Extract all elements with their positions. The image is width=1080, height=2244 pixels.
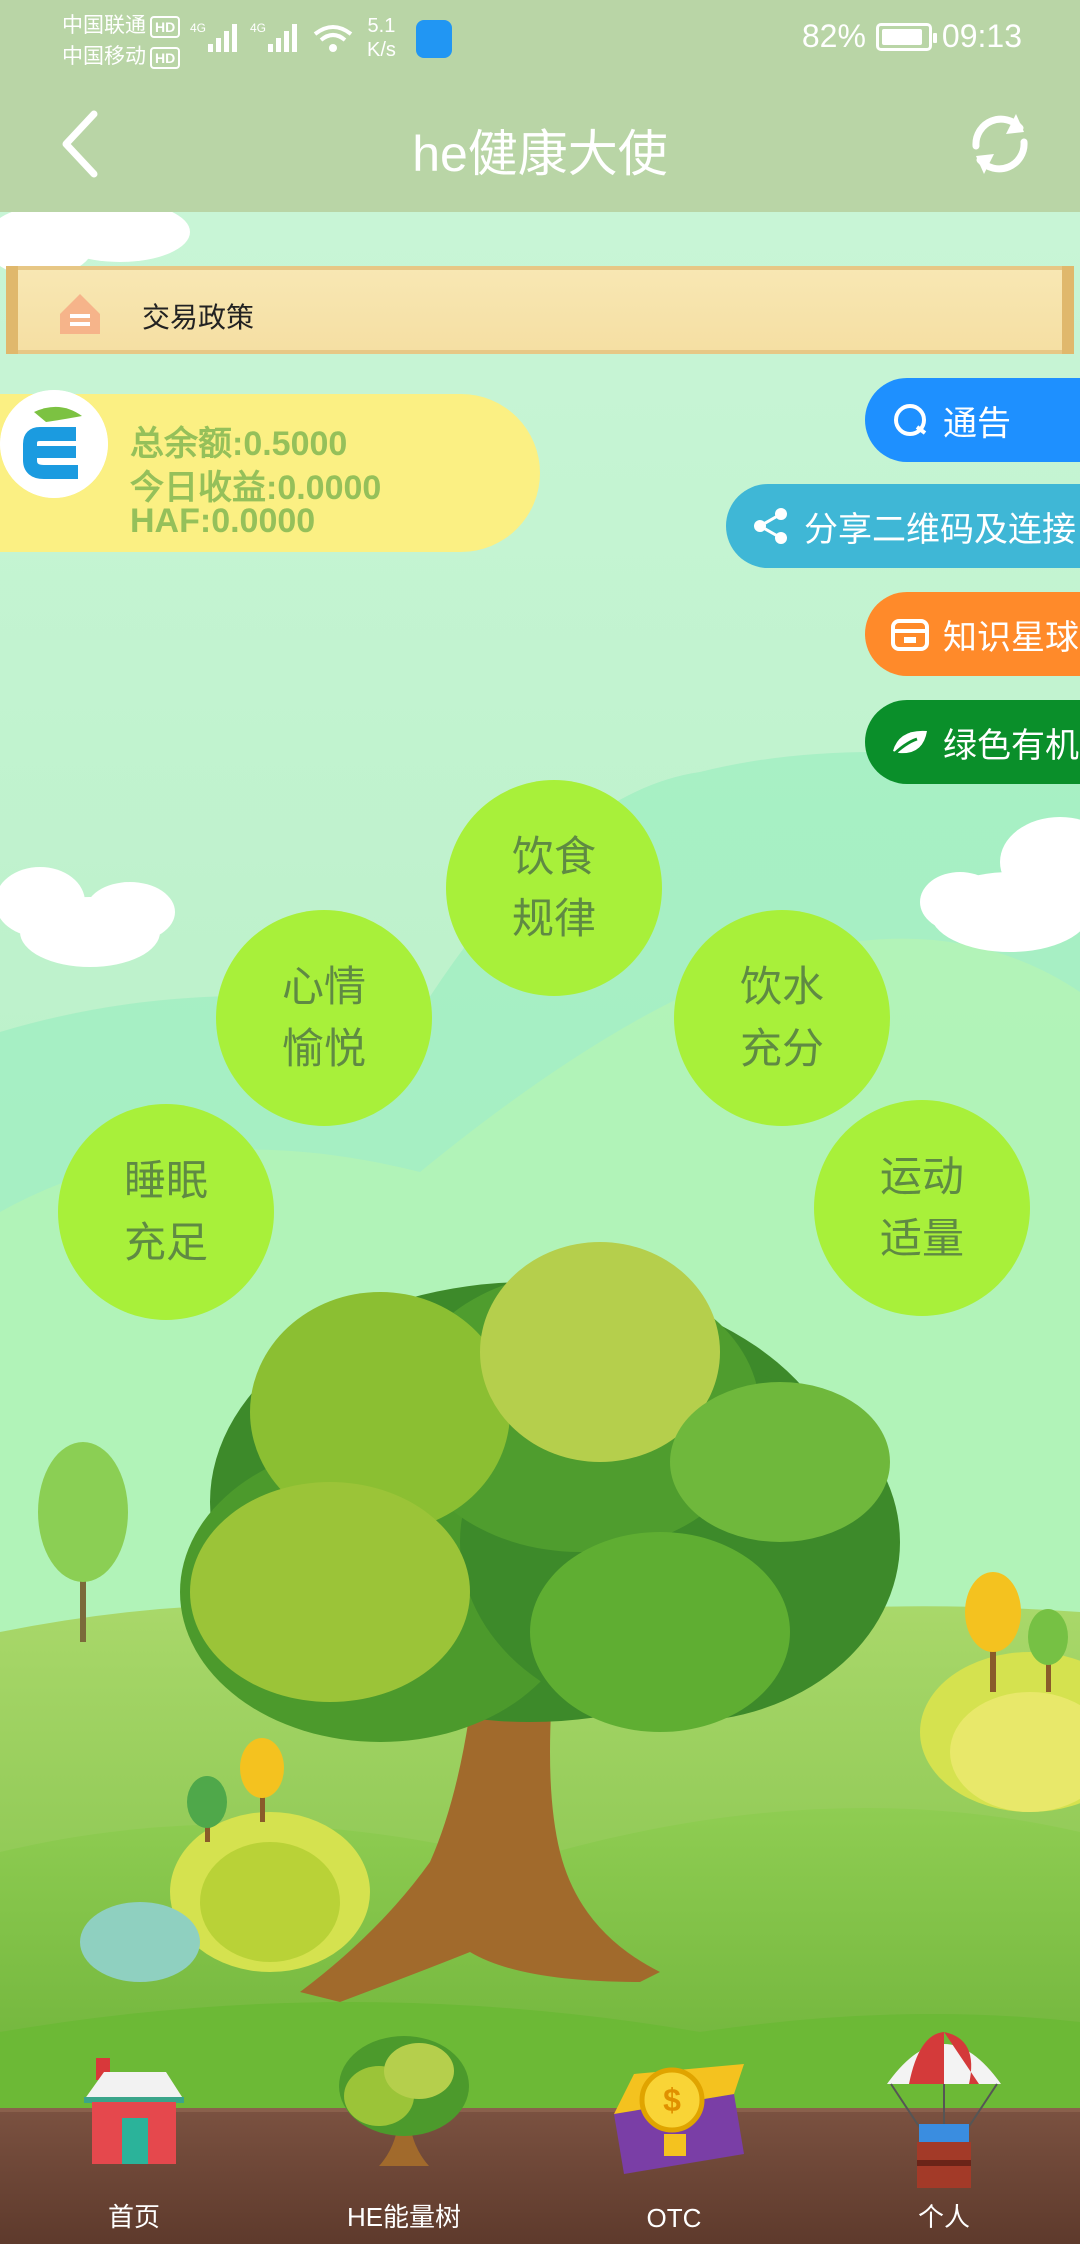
announcement-label: 通告 [943,404,1011,443]
habit-bubble-exercise[interactable]: 运动 适量 [814,1100,1030,1316]
carrier-2: 中国移动 [62,45,146,68]
net-label: 4G [250,21,266,35]
battery-percent: 82% [801,18,866,54]
habit-bubble-water[interactable]: 饮水 充分 [674,910,890,1126]
store-icon [891,619,929,651]
balance-card: 总余额:0.5000 今日收益:0.0000 HAF:0.0000 [0,390,540,552]
nav-item-otc[interactable]: $ OTC [574,2004,774,2244]
treasure-chest-icon: $ [614,2064,744,2174]
svg-text:$: $ [663,2082,681,2118]
speed-unit: K/s [367,39,396,61]
carrier-info: 中国联通 HD 中国移动 HD [62,10,181,72]
signal-icon: 4G [250,21,297,52]
house-icon [84,2058,184,2164]
bottom-nav: 首页 HE能量树 $ OTC 个人 [0,2032,1080,2244]
habit-bubble-sleep[interactable]: 睡眠 充足 [58,1104,274,1320]
nav-label-otc: OTC [646,2203,702,2233]
habit-bubble-mood[interactable]: 心情 愉悦 [216,910,432,1126]
knowledge-planet-label: 知识星球 [943,618,1079,657]
notice-icon [60,294,100,334]
status-bar: 中国联通 HD 中国移动 HD 4G 4G 5.1 K/s 82% 09:13 [0,0,1080,76]
green-organic-button[interactable]: 绿色有机 [865,700,1080,784]
nav-item-home[interactable]: 首页 [34,2004,234,2244]
nav-item-profile[interactable]: 个人 [844,2004,1044,2244]
share-qr-label: 分享二维码及连接 [804,510,1076,549]
notice-text: 交易政策 [142,302,255,333]
app-logo [0,390,108,498]
knowledge-planet-button[interactable]: 知识星球 [865,592,1080,676]
wifi-icon [313,25,353,52]
leaf-icon [889,730,927,759]
haf-balance: HAF:0.0000 [130,502,316,540]
net-label: 4G [190,21,206,35]
bubble-line: 心情 [281,963,366,1010]
nav-label-energy-tree: HE能量树 [346,2202,462,2232]
app-header: he健康大使 [0,76,1080,212]
parachute-crate-icon [887,2032,1001,2188]
share-qr-button[interactable]: 分享二维码及连接 [726,484,1080,568]
scene: 交易政策 总余额:0.5000 今日收益:0.0000 HAF:0.0000 通… [0,212,1080,2244]
nav-label-home: 首页 [107,2202,160,2232]
tree-icon [339,2036,469,2166]
habit-bubble-diet[interactable]: 饮食 规律 [446,780,662,996]
bubble-line: 饮水 [739,963,824,1010]
bubble-line: 充分 [739,1025,824,1072]
refresh-button[interactable] [958,102,1042,186]
green-organic-label: 绿色有机 [943,726,1079,765]
carrier-1: 中国联通 [62,14,146,37]
nav-label-profile: 个人 [917,2202,970,2232]
app-notification-icon [416,20,452,58]
speed-value: 5.1 [367,15,396,37]
bubble-line: 充足 [123,1219,208,1266]
share-icon [754,508,787,544]
signal-icon: 4G [190,21,237,52]
message-icon [894,404,927,436]
bubble-line: 运动 [879,1153,964,1200]
status-right: 82% 09:13 [802,18,1022,55]
nav-item-energy-tree[interactable]: HE能量树 [304,2004,504,2244]
bubble-line: 愉悦 [281,1025,366,1072]
notice-bar[interactable]: 交易政策 [6,266,1074,354]
announcement-button[interactable]: 通告 [865,378,1080,462]
bubble-line: 适量 [879,1215,964,1262]
page-title: he健康大使 [412,126,668,182]
net-speed: 5.1 K/s [367,14,396,62]
hd-badge: HD [150,47,181,69]
total-balance: 总余额:0.5000 [130,425,348,463]
battery-icon [875,22,937,51]
bubble-line: 规律 [511,895,596,942]
bubble-line: 睡眠 [123,1157,208,1204]
hd-badge: HD [150,16,181,38]
bubble-line: 饮食 [511,833,596,880]
clock: 09:13 [941,18,1022,54]
